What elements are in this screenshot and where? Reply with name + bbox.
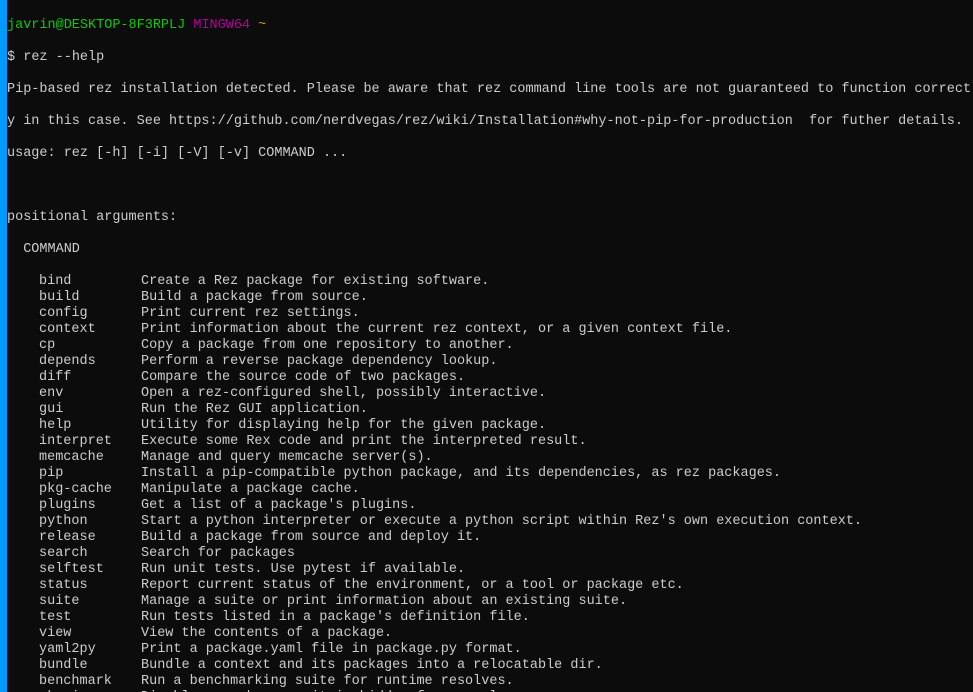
command-description: Print information about the current rez … [141, 322, 973, 338]
command-row: dependsPerform a reverse package depende… [7, 354, 973, 370]
command-name: yaml2py [39, 642, 141, 658]
command-name: memcache [39, 450, 141, 466]
command-row: selftestRun unit tests. Use pytest if av… [7, 562, 973, 578]
command-description: Print current rez settings. [141, 306, 973, 322]
command-row: interpretExecute some Rex code and print… [7, 434, 973, 450]
command-description: Run a benchmarking suite for runtime res… [141, 674, 973, 690]
command-description: Utility for displaying help for the give… [141, 418, 973, 434]
command-row: buildBuild a package from source. [7, 290, 973, 306]
positional-header: positional arguments: [7, 210, 973, 226]
warning-line-2: y in this case. See https://github.com/n… [7, 114, 973, 130]
command-description: Start a python interpreter or execute a … [141, 514, 973, 530]
command-description: Bundle a context and its packages into a… [141, 658, 973, 674]
command-row: helpUtility for displaying help for the … [7, 418, 973, 434]
command-description: View the contents of a package. [141, 626, 973, 642]
command-row: configPrint current rez settings. [7, 306, 973, 322]
command-description: Run tests listed in a package's definiti… [141, 610, 973, 626]
command-description: Build a package from source and deploy i… [141, 530, 973, 546]
command-row: statusReport current status of the envir… [7, 578, 973, 594]
command-row: benchmarkRun a benchmarking suite for ru… [7, 674, 973, 690]
blank-line [7, 178, 973, 194]
command-name: python [39, 514, 141, 530]
command-name: pkg-cache [39, 482, 141, 498]
command-description: Search for packages [141, 546, 973, 562]
command-name: plugins [39, 498, 141, 514]
command-description: Build a package from source. [141, 290, 973, 306]
command-row: bundleBundle a context and its packages … [7, 658, 973, 674]
command-name: depends [39, 354, 141, 370]
command-row: contextPrint information about the curre… [7, 322, 973, 338]
command-name: diff [39, 370, 141, 386]
command-description: Compare the source code of two packages. [141, 370, 973, 386]
command-name: config [39, 306, 141, 322]
command-row: pythonStart a python interpreter or exec… [7, 514, 973, 530]
command-header: COMMAND [7, 242, 973, 258]
command-row: releaseBuild a package from source and d… [7, 530, 973, 546]
command-name: pip [39, 466, 141, 482]
command-description: Open a rez-configured shell, possibly in… [141, 386, 973, 402]
command-row: diffCompare the source code of two packa… [7, 370, 973, 386]
command-name: env [39, 386, 141, 402]
command-row: searchSearch for packages [7, 546, 973, 562]
prompt-line: javrin@DESKTOP-8F3RPLJ MINGW64 ~ [7, 18, 973, 34]
command-description: Manage and query memcache server(s). [141, 450, 973, 466]
command-description: Report current status of the environment… [141, 578, 973, 594]
command-description: Manage a suite or print information abou… [141, 594, 973, 610]
command-name: context [39, 322, 141, 338]
command-name: suite [39, 594, 141, 610]
command-name: status [39, 578, 141, 594]
command-name: build [39, 290, 141, 306]
command-description: Get a list of a package's plugins. [141, 498, 973, 514]
command-row: bindCreate a Rez package for existing so… [7, 274, 973, 290]
command-row: cpCopy a package from one repository to … [7, 338, 973, 354]
command-name: view [39, 626, 141, 642]
command-name: test [39, 610, 141, 626]
command-name: bundle [39, 658, 141, 674]
entered-command: rez --help [23, 50, 104, 65]
command-row: suiteManage a suite or print information… [7, 594, 973, 610]
command-description: Print a package.yaml file in package.py … [141, 642, 973, 658]
command-line: $ rez --help [7, 50, 973, 66]
command-row: envOpen a rez-configured shell, possibly… [7, 386, 973, 402]
command-description: Create a Rez package for existing softwa… [141, 274, 973, 290]
command-name: release [39, 530, 141, 546]
command-name: selftest [39, 562, 141, 578]
command-name: search [39, 546, 141, 562]
command-description: Run unit tests. Use pytest if available. [141, 562, 973, 578]
command-name: benchmark [39, 674, 141, 690]
command-row: pkg-cacheManipulate a package cache. [7, 482, 973, 498]
command-description: Execute some Rex code and print the inte… [141, 434, 973, 450]
command-row: guiRun the Rez GUI application. [7, 402, 973, 418]
command-name: gui [39, 402, 141, 418]
terminal-output[interactable]: javrin@DESKTOP-8F3RPLJ MINGW64 ~ $ rez -… [7, 0, 973, 692]
scrollbar[interactable] [0, 0, 7, 692]
command-description: Perform a reverse package dependency loo… [141, 354, 973, 370]
usage-line: usage: rez [-h] [-i] [-V] [-v] COMMAND .… [7, 146, 973, 162]
prompt-user: javrin@DESKTOP-8F3RPLJ [7, 18, 185, 33]
command-row: viewView the contents of a package. [7, 626, 973, 642]
command-row: pluginsGet a list of a package's plugins… [7, 498, 973, 514]
command-row: memcacheManage and query memcache server… [7, 450, 973, 466]
command-row: yaml2pyPrint a package.yaml file in pack… [7, 642, 973, 658]
prompt-shell: MINGW64 [193, 18, 250, 33]
prompt-symbol: $ [7, 50, 15, 65]
command-description: Install a pip-compatible python package,… [141, 466, 973, 482]
prompt-path: ~ [258, 18, 266, 33]
command-name: interpret [39, 434, 141, 450]
command-description: Copy a package from one repository to an… [141, 338, 973, 354]
command-description: Run the Rez GUI application. [141, 402, 973, 418]
command-name: help [39, 418, 141, 434]
command-row: pipInstall a pip-compatible python packa… [7, 466, 973, 482]
command-description: Manipulate a package cache. [141, 482, 973, 498]
command-name: cp [39, 338, 141, 354]
warning-line-1: Pip-based rez installation detected. Ple… [7, 82, 973, 98]
command-name: bind [39, 274, 141, 290]
command-row: testRun tests listed in a package's defi… [7, 610, 973, 626]
